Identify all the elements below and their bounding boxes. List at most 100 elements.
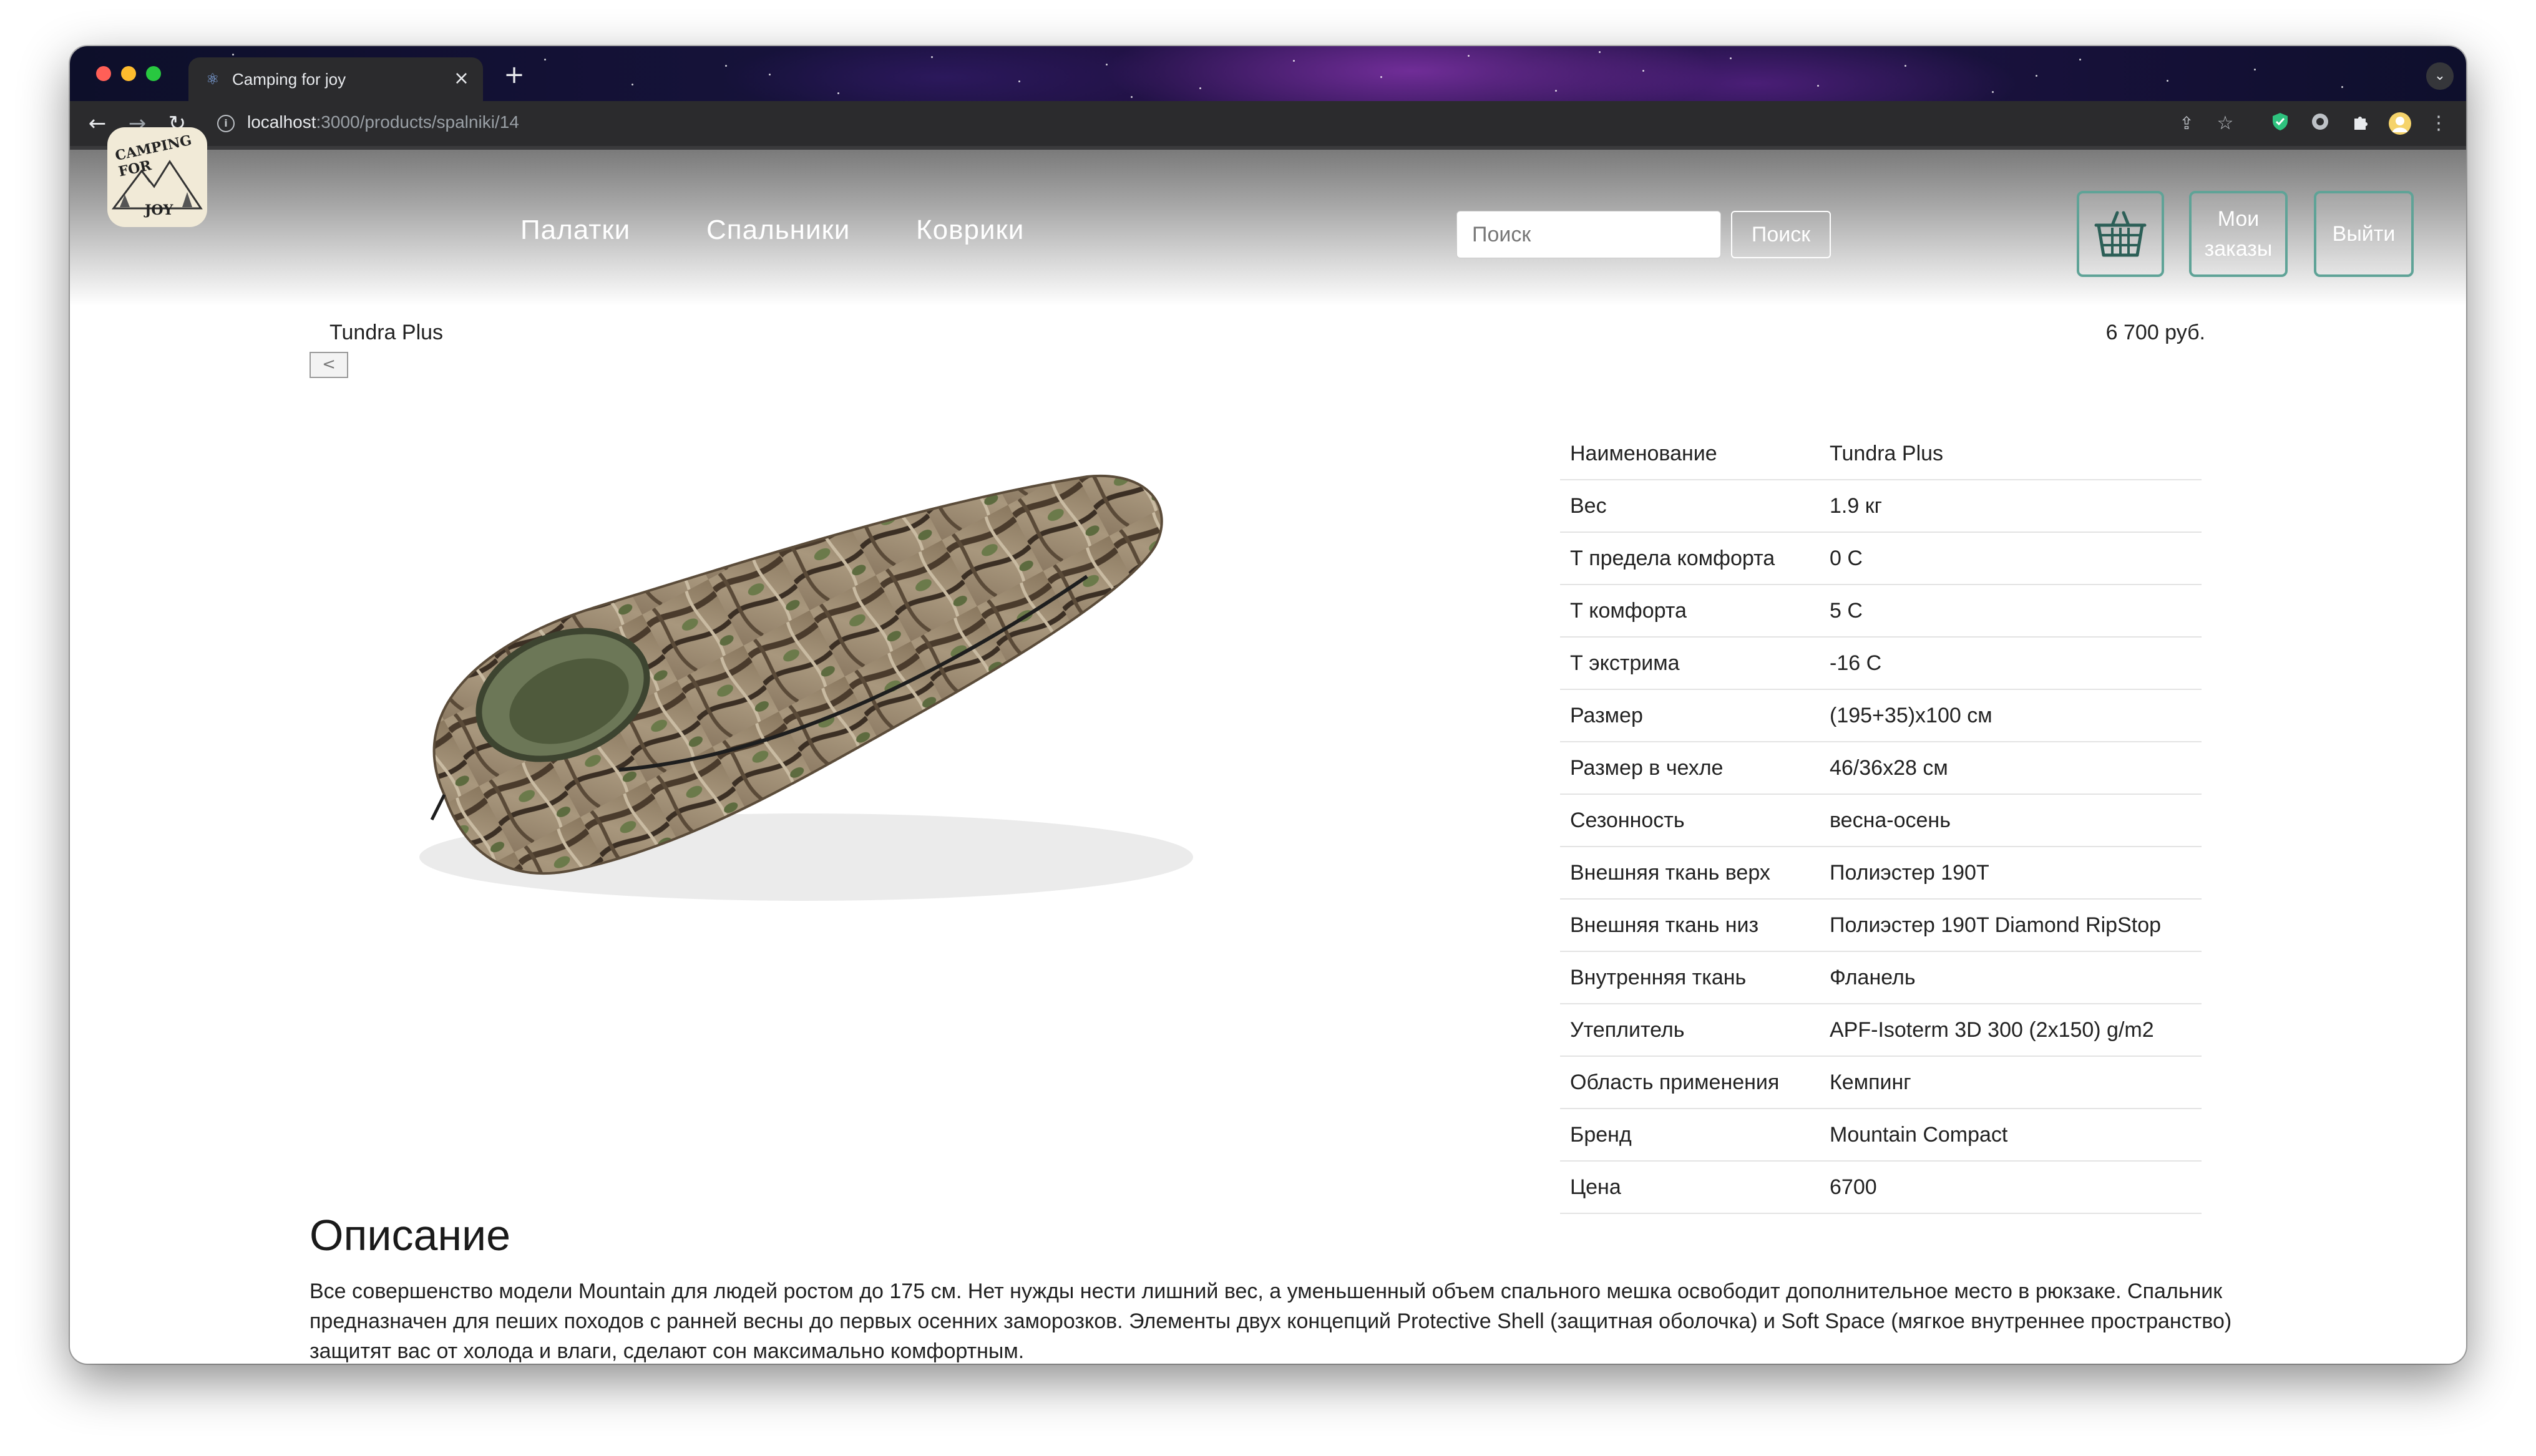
spec-row: Область применения Кемпинг: [1560, 1056, 2202, 1109]
chevron-down-icon[interactable]: ⌄: [2426, 62, 2454, 90]
spec-key: Бренд: [1560, 1109, 1820, 1162]
search-input[interactable]: [1456, 211, 1721, 258]
basket-icon: [2094, 211, 2147, 257]
spec-key: Цена: [1560, 1161, 1820, 1214]
star-dot: [1555, 90, 1557, 92]
star-dot: [1599, 51, 1601, 53]
nav-link-mats[interactable]: Коврики: [916, 215, 1024, 246]
star-dot: [2341, 86, 2343, 88]
logout-button[interactable]: Выйти: [2314, 191, 2414, 277]
description-title: Описание: [310, 1211, 511, 1259]
spec-row: Размер в чехле 46/36x28 см: [1560, 742, 2202, 795]
address-bar[interactable]: localhost:3000/products/spalniki/14: [247, 112, 519, 132]
spec-row: Внешняя ткань верх Полиэстер 190T: [1560, 847, 2202, 900]
spec-value: 1.9 кг: [1820, 480, 2202, 533]
spec-row: Т комфорта 5 С: [1560, 585, 2202, 638]
spec-row: Размер (195+35)x100 см: [1560, 689, 2202, 742]
avatar-icon[interactable]: [2387, 111, 2412, 136]
star-dot: [1642, 70, 1644, 72]
extension-icon[interactable]: [2308, 111, 2333, 136]
browser-window: ⚛ Camping for joy × + ⌄ ← → ↻ i localhos…: [70, 46, 2466, 1364]
spec-value: -16 С: [1820, 637, 2202, 690]
spec-value: Кемпинг: [1820, 1056, 2202, 1109]
product-title: Tundra Plus: [329, 321, 444, 344]
cart-button[interactable]: [2077, 191, 2164, 277]
spec-key: Наименование: [1560, 428, 1820, 480]
spec-value: Полиэстер 190T Diamond RipStop: [1820, 899, 2202, 952]
star-dot: [1380, 76, 1382, 78]
star-dot: [931, 56, 933, 58]
browser-titlebar: ⚛ Camping for joy × + ⌄: [70, 46, 2466, 101]
puzzle-icon[interactable]: [2348, 111, 2373, 136]
kebab-menu-icon[interactable]: ⋮: [2426, 111, 2451, 136]
spec-value: 46/36x28 см: [1820, 742, 2202, 795]
my-orders-line1: Мои: [2217, 207, 2260, 231]
spec-key: Сезонность: [1560, 794, 1820, 847]
react-icon: ⚛: [206, 70, 220, 88]
nav-link-tents[interactable]: Палатки: [520, 215, 630, 246]
maximize-window-button[interactable]: [146, 66, 161, 81]
star-dot: [1904, 65, 1906, 67]
spec-value: 6700: [1820, 1161, 2202, 1214]
star-dot: [632, 84, 633, 85]
logo-text-bottom: JOY: [145, 202, 173, 218]
spec-value: 0 С: [1820, 532, 2202, 585]
spec-key: Т экстрима: [1560, 637, 1820, 690]
spec-value: Mountain Compact: [1820, 1109, 2202, 1162]
spec-value: Фланель: [1820, 951, 2202, 1004]
shield-icon[interactable]: [2268, 111, 2293, 136]
spec-key: Внешняя ткань низ: [1560, 899, 1820, 952]
share-icon[interactable]: ⇪: [2174, 111, 2199, 136]
specs-table: Наименование Tundra Plus Вес 1.9 кг Т предел…: [1560, 428, 2202, 1214]
spec-row: Наименование Tundra Plus: [1560, 428, 2202, 480]
my-orders-label: Мои заказы: [2205, 204, 2273, 264]
my-orders-button[interactable]: Мои заказы: [2189, 191, 2288, 277]
star-dot: [2036, 75, 2037, 77]
close-window-button[interactable]: [96, 66, 111, 81]
spec-row: Т экстрима -16 С: [1560, 637, 2202, 690]
spec-key: Внешняя ткань верх: [1560, 847, 1820, 900]
spec-key: Область применения: [1560, 1056, 1820, 1109]
star-dot: [544, 59, 546, 61]
back-button[interactable]: <: [310, 352, 348, 378]
site-logo[interactable]: CAMPING FOR JOY: [107, 127, 207, 227]
url-host: localhost: [247, 112, 316, 132]
spec-value: 5 С: [1820, 585, 2202, 638]
search-button[interactable]: Поиск: [1731, 211, 1831, 258]
star-icon[interactable]: ☆: [2213, 111, 2238, 136]
spec-key: Утеплитель: [1560, 1004, 1820, 1057]
star-dot: [1293, 60, 1295, 62]
spec-value: Полиэстер 190T: [1820, 847, 2202, 900]
spec-key: Вес: [1560, 480, 1820, 533]
info-icon[interactable]: i: [217, 115, 235, 132]
plus-icon[interactable]: +: [500, 61, 528, 89]
browser-tab[interactable]: ⚛ Camping for joy ×: [188, 57, 483, 101]
spec-row: Утеплитель APF-Isoterm 3D 300 (2x150) g/m…: [1560, 1004, 2202, 1057]
spec-key: Размер: [1560, 689, 1820, 742]
star-dot: [837, 92, 839, 94]
star-dot: [1106, 64, 1108, 66]
my-orders-line2: заказы: [2204, 237, 2273, 261]
spec-row: Т предела комфорта 0 С: [1560, 532, 2202, 585]
spec-row: Цена 6700: [1560, 1161, 2202, 1214]
nav-link-sleeping-bags[interactable]: Спальники: [706, 215, 850, 246]
tab-title: Camping for joy: [232, 70, 346, 89]
star-dot: [725, 65, 727, 67]
spec-key: Т комфорта: [1560, 585, 1820, 638]
spec-row: Вес 1.9 кг: [1560, 480, 2202, 533]
spec-value: весна-осень: [1820, 794, 2202, 847]
spec-row: Внутренняя ткань Фланель: [1560, 951, 2202, 1004]
star-dot: [1817, 85, 1819, 87]
star-dot: [2254, 69, 2256, 70]
spec-value: (195+35)x100 см: [1820, 689, 2202, 742]
star-dot: [1131, 96, 1133, 98]
spec-key: Размер в чехле: [1560, 742, 1820, 795]
star-dot: [1992, 91, 1994, 93]
star-dot: [1730, 57, 1732, 59]
star-dot: [2167, 80, 2168, 82]
minimize-window-button[interactable]: [121, 66, 136, 81]
star-dot: [1018, 80, 1020, 82]
close-icon[interactable]: ×: [454, 67, 469, 90]
star-dot: [1199, 87, 1201, 89]
url-path: :3000/products/spalniki/14: [316, 112, 519, 132]
